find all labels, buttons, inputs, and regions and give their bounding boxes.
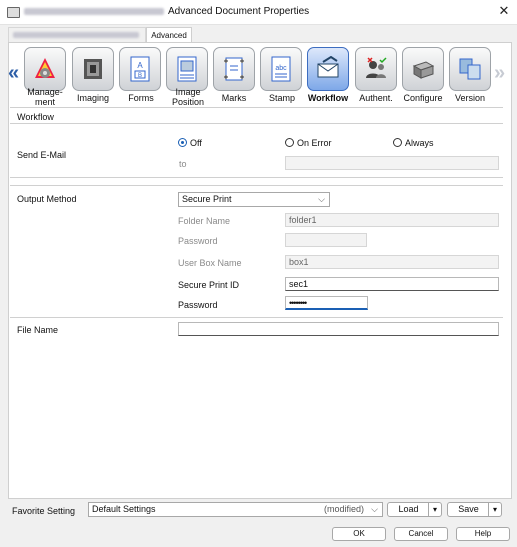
- section-divider: [10, 185, 503, 186]
- toolbar-image-position[interactable]: [166, 47, 208, 91]
- help-button[interactable]: Help: [456, 527, 510, 541]
- toolbar-label-authent: Authent.: [359, 93, 393, 103]
- save-button-label: Save: [458, 504, 479, 514]
- section-divider: [10, 177, 503, 178]
- scroll-right-icon: »: [494, 62, 506, 84]
- load-dropdown-icon[interactable]: ▾: [428, 503, 441, 516]
- printer-name-redacted: [24, 8, 164, 15]
- chevron-down-icon: ⌵: [371, 504, 378, 514]
- radio-email-on-error-label: On Error: [297, 138, 332, 148]
- save-dropdown-icon[interactable]: ▾: [488, 503, 501, 516]
- secure-password-input[interactable]: ••••••••: [285, 296, 368, 310]
- imaging-icon: [84, 59, 102, 79]
- toolbar-label-marks: Marks: [221, 93, 247, 103]
- save-button[interactable]: Save ▾: [447, 502, 502, 517]
- output-method-value: Secure Print: [182, 194, 232, 204]
- file-name-input[interactable]: [178, 322, 499, 336]
- radio-email-always-label: Always: [405, 138, 434, 148]
- email-to-label: to: [179, 159, 187, 169]
- user-box-name-field: box1: [285, 255, 499, 269]
- toolbar-label-stamp: Stamp: [268, 93, 295, 103]
- load-button[interactable]: Load ▾: [387, 502, 442, 517]
- scroll-left-icon[interactable]: «: [8, 62, 19, 85]
- favorite-setting-select[interactable]: Default Settings (modified) ⌵: [88, 502, 383, 517]
- secure-print-id-label: Secure Print ID: [178, 280, 240, 290]
- image-position-icon: [177, 56, 197, 82]
- toolbar-authent[interactable]: [355, 47, 397, 91]
- toolbar-configure[interactable]: [402, 47, 444, 91]
- marks-icon: [224, 57, 244, 81]
- tab-strip: Advanced: [0, 27, 517, 43]
- svg-text:abc: abc: [275, 65, 287, 72]
- forms-icon: AB: [130, 56, 150, 82]
- radio-email-on-error[interactable]: [285, 138, 294, 147]
- secure-print-id-input[interactable]: sec1: [285, 277, 499, 291]
- folder-name-label: Folder Name: [178, 216, 231, 226]
- chevron-down-icon: ⌵: [318, 194, 325, 204]
- favorite-setting-label: Favorite Setting: [12, 506, 76, 516]
- secure-password-label: Password: [178, 300, 218, 310]
- authentication-icon: [366, 57, 387, 78]
- file-name-label: File Name: [17, 325, 59, 335]
- configure-icon: [412, 61, 434, 79]
- folder-password-field: [285, 233, 367, 247]
- title-bar: Advanced Document Properties ✕: [0, 0, 517, 25]
- toolbar-label-workflow: Workflow: [307, 93, 349, 103]
- section-divider: [10, 123, 503, 124]
- send-email-label: Send E-Mail: [17, 150, 67, 160]
- advanced-panel: [8, 42, 512, 499]
- email-to-field: [285, 156, 499, 170]
- toolbar-imaging[interactable]: [72, 47, 114, 91]
- toolbar-stamp[interactable]: abc: [260, 47, 302, 91]
- toolbar-management[interactable]: [24, 47, 66, 91]
- ok-button[interactable]: OK: [332, 527, 386, 541]
- load-button-label: Load: [398, 504, 419, 514]
- cancel-button[interactable]: Cancel: [394, 527, 448, 541]
- toolbar-version[interactable]: [449, 47, 491, 91]
- management-icon: [35, 58, 55, 78]
- folder-name-field: folder1: [285, 213, 499, 227]
- toolbar-forms[interactable]: AB: [119, 47, 161, 91]
- svg-text:B: B: [138, 73, 142, 79]
- user-box-name-label: User Box Name: [178, 258, 242, 268]
- tab-label-redacted: [13, 32, 139, 38]
- toolbar-label-version: Version: [454, 93, 486, 103]
- favorite-modified-text: (modified): [323, 504, 364, 514]
- toolbar-label-forms: Forms: [128, 93, 154, 103]
- folder-password-label: Password: [178, 236, 218, 246]
- section-divider: [10, 107, 503, 108]
- toolbar-workflow[interactable]: [307, 47, 349, 91]
- stamp-icon: abc: [271, 56, 291, 82]
- tab-printer[interactable]: [8, 27, 146, 42]
- version-icon: [459, 58, 481, 80]
- toolbar-label-image-position: Image Position: [171, 87, 205, 107]
- toolbar-label-configure: Configure: [403, 93, 443, 103]
- favorite-setting-value: Default Settings: [92, 504, 156, 514]
- radio-email-always[interactable]: [393, 138, 402, 147]
- radio-email-off[interactable]: [178, 138, 187, 147]
- section-divider: [10, 317, 503, 318]
- output-method-label: Output Method: [17, 194, 77, 204]
- close-icon[interactable]: ✕: [496, 3, 512, 19]
- section-title: Workflow: [17, 112, 54, 122]
- toolbar-label-management: Manage-ment: [27, 87, 63, 107]
- workflow-icon: [317, 56, 339, 78]
- printer-app-icon: [7, 7, 20, 18]
- toolbar-label-imaging: Imaging: [76, 93, 110, 103]
- window-title: Advanced Document Properties: [168, 6, 310, 17]
- radio-email-off-label: Off: [190, 138, 202, 148]
- toolbar-marks[interactable]: [213, 47, 255, 91]
- output-method-select[interactable]: Secure Print ⌵: [178, 192, 330, 207]
- svg-text:A: A: [137, 61, 143, 70]
- tab-advanced[interactable]: Advanced: [146, 27, 192, 43]
